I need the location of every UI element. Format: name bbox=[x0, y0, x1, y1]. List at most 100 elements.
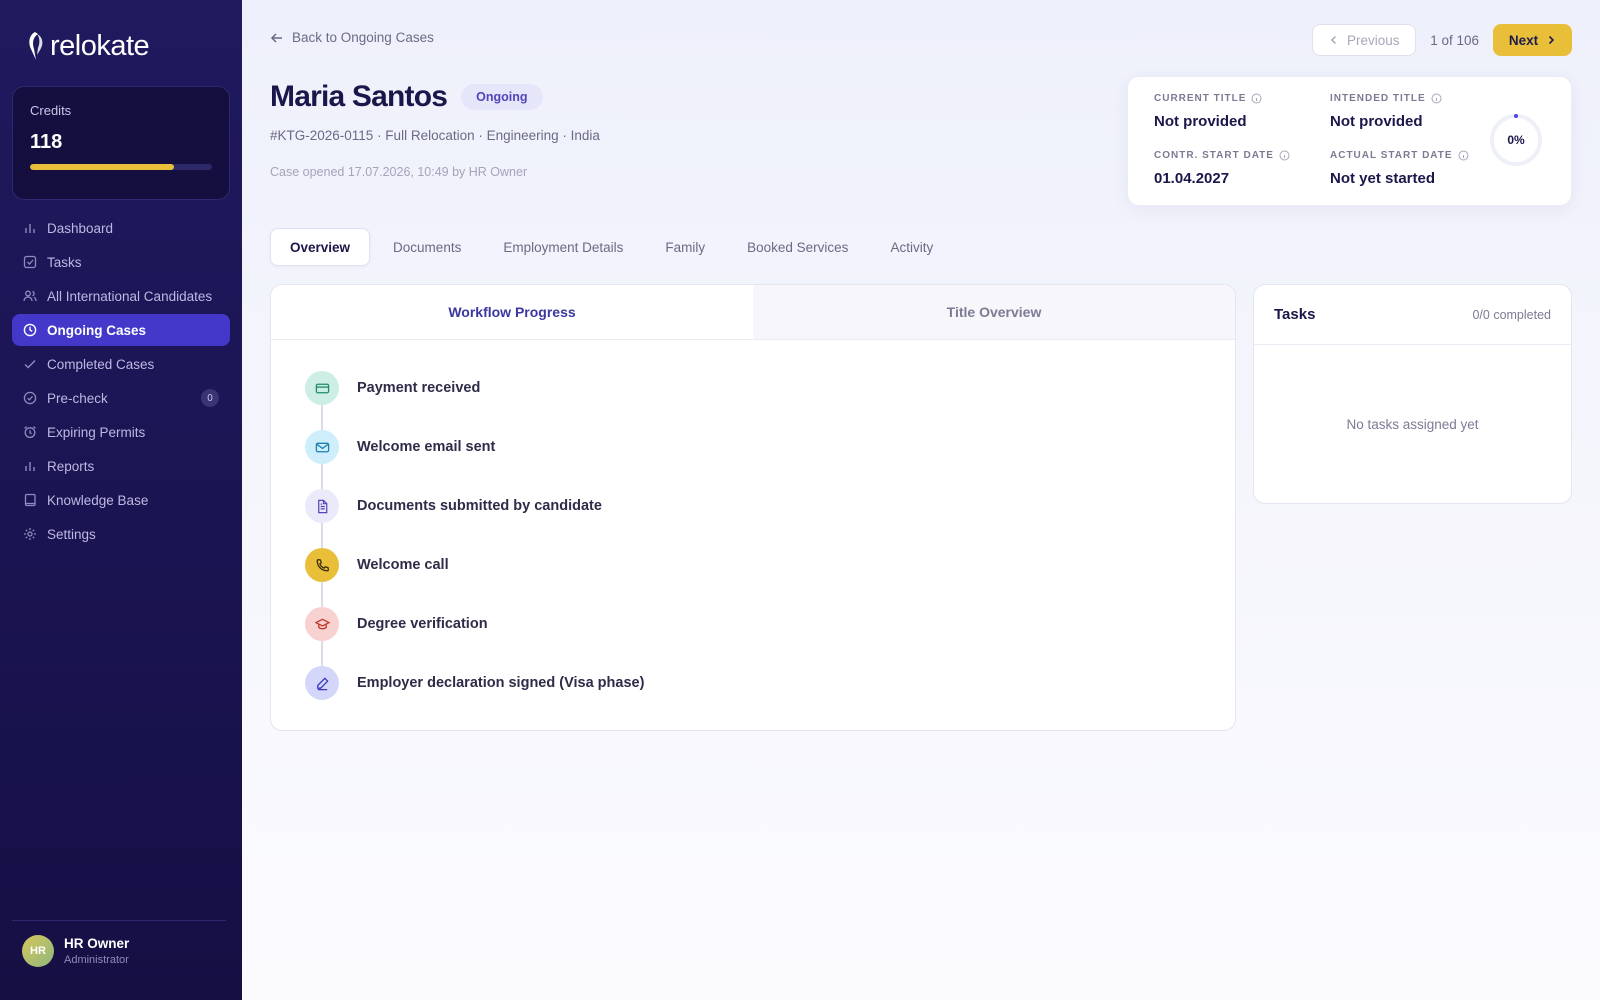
info-icon[interactable] bbox=[1251, 93, 1262, 104]
workflow-step-label: Payment received bbox=[357, 380, 481, 396]
tab-title-overview[interactable]: Title Overview bbox=[753, 285, 1235, 339]
workflow-step: Welcome call bbox=[305, 548, 644, 607]
checkbox-icon bbox=[23, 255, 37, 269]
actual-start-date-label: ACTUAL START DATE bbox=[1330, 150, 1453, 161]
workflow-step: Degree verification bbox=[305, 607, 644, 666]
actual-start-date-value: Not yet started bbox=[1330, 170, 1436, 187]
sidebar-item-label: Expiring Permits bbox=[47, 424, 146, 440]
brand-logo[interactable]: relokate bbox=[26, 28, 150, 64]
user-role: Administrator bbox=[64, 954, 129, 966]
sidebar-item-label: Completed Cases bbox=[47, 356, 155, 372]
main-content: Back to Ongoing Cases Previous 1 of 106 … bbox=[242, 0, 1600, 1000]
credits-progress-fill bbox=[30, 164, 174, 170]
gear-icon bbox=[23, 527, 37, 541]
workflow-step-label: Documents submitted by candidate bbox=[357, 498, 602, 514]
clock-icon bbox=[23, 323, 37, 337]
current-title-label: CURRENT TITLE bbox=[1154, 93, 1247, 104]
case-tabs: Overview Documents Employment Details Fa… bbox=[270, 228, 956, 266]
sidebar-item-all-international-candidates[interactable]: All International Candidates bbox=[12, 280, 230, 312]
credits-progress-bar bbox=[30, 164, 212, 170]
sidebar-item-label: Knowledge Base bbox=[47, 492, 149, 508]
tasks-header: Tasks 0/0 completed bbox=[1254, 285, 1571, 345]
workflow-step-label: Employer declaration signed (Visa phase) bbox=[357, 675, 645, 691]
intended-title-value: Not provided bbox=[1330, 113, 1423, 130]
back-link[interactable]: Back to Ongoing Cases bbox=[270, 30, 434, 45]
mail-icon bbox=[305, 430, 339, 464]
info-icon[interactable] bbox=[1431, 93, 1442, 104]
sidebar-item-label: Pre-check bbox=[47, 390, 108, 406]
case-title-row: Maria Santos Ongoing bbox=[270, 80, 543, 114]
phone-icon bbox=[305, 548, 339, 582]
info-icon[interactable] bbox=[1458, 150, 1469, 161]
tab-workflow-progress[interactable]: Workflow Progress bbox=[271, 285, 753, 339]
sidebar-item-tasks[interactable]: Tasks bbox=[12, 246, 230, 278]
back-link-label: Back to Ongoing Cases bbox=[292, 30, 434, 45]
sidebar-item-completed-cases[interactable]: Completed Cases bbox=[12, 348, 230, 380]
intended-title-field: INTENDED TITLE Not provided bbox=[1330, 93, 1442, 130]
info-icon[interactable] bbox=[1279, 150, 1290, 161]
sidebar-item-reports[interactable]: Reports bbox=[12, 450, 230, 482]
step-connector bbox=[321, 405, 323, 430]
workflow-step-label: Welcome call bbox=[357, 557, 449, 573]
tab-family[interactable]: Family bbox=[646, 228, 724, 266]
workflow-card: Workflow Progress Title Overview Payment… bbox=[270, 284, 1236, 731]
tasks-card: Tasks 0/0 completed No tasks assigned ye… bbox=[1253, 284, 1572, 504]
sidebar-item-dashboard[interactable]: Dashboard bbox=[12, 212, 230, 244]
next-button[interactable]: Next bbox=[1493, 24, 1572, 56]
tasks-title: Tasks bbox=[1274, 306, 1316, 323]
bar-chart-icon bbox=[23, 459, 37, 473]
credits-card: Credits 118 bbox=[12, 86, 230, 200]
workflow-step: Documents submitted by candidate bbox=[305, 489, 644, 548]
progress-ring: 0% bbox=[1489, 113, 1543, 167]
sidebar-item-label: Settings bbox=[47, 526, 96, 542]
step-connector bbox=[321, 582, 323, 607]
actual-start-date-field: ACTUAL START DATE Not yet started bbox=[1330, 150, 1469, 187]
step-connector bbox=[321, 464, 323, 489]
progress-percent: 0% bbox=[1507, 133, 1525, 147]
pen-icon bbox=[305, 666, 339, 700]
tab-employment-details[interactable]: Employment Details bbox=[484, 228, 642, 266]
sidebar-item-expiring-permits[interactable]: Expiring Permits bbox=[12, 416, 230, 448]
step-connector bbox=[321, 523, 323, 548]
current-title-value: Not provided bbox=[1154, 113, 1247, 130]
graduation-cap-icon bbox=[305, 607, 339, 641]
tab-documents[interactable]: Documents bbox=[374, 228, 480, 266]
previous-button-label: Previous bbox=[1346, 32, 1400, 48]
workflow-step: Payment received bbox=[305, 371, 644, 430]
workflow-steps: Payment received Welcome email sent Docu… bbox=[305, 371, 644, 725]
case-pager: Previous 1 of 106 Next bbox=[1312, 24, 1572, 56]
sidebar-item-ongoing-cases[interactable]: Ongoing Cases bbox=[12, 314, 230, 346]
alarm-icon bbox=[23, 425, 37, 439]
tab-booked-services[interactable]: Booked Services bbox=[728, 228, 867, 266]
contr-start-date-field: CONTR. START DATE 01.04.2027 bbox=[1154, 150, 1290, 187]
sidebar-item-label: Ongoing Cases bbox=[47, 322, 147, 338]
status-badge: Ongoing bbox=[461, 84, 543, 110]
sidebar-item-pre-check[interactable]: Pre-check 0 bbox=[12, 382, 230, 414]
pre-check-count-badge: 0 bbox=[201, 389, 219, 407]
sidebar-item-knowledge-base[interactable]: Knowledge Base bbox=[12, 484, 230, 516]
sidebar-item-label: Dashboard bbox=[47, 220, 114, 236]
step-connector bbox=[321, 641, 323, 666]
workflow-step-label: Welcome email sent bbox=[357, 439, 496, 455]
tasks-count: 0/0 completed bbox=[1472, 307, 1551, 322]
book-icon bbox=[23, 493, 37, 507]
workflow-card-tabs: Workflow Progress Title Overview bbox=[271, 285, 1235, 340]
brand-name: relokate bbox=[50, 29, 150, 62]
tasks-empty-state: No tasks assigned yet bbox=[1346, 417, 1479, 432]
workflow-step-label: Degree verification bbox=[357, 616, 488, 632]
credit-card-icon bbox=[305, 371, 339, 405]
avatar: HR bbox=[22, 935, 54, 967]
chevron-left-icon bbox=[1330, 35, 1336, 45]
case-opened-info: Case opened 17.07.2026, 10:49 by HR Owne… bbox=[270, 165, 528, 179]
tab-activity[interactable]: Activity bbox=[871, 228, 952, 266]
previous-button[interactable]: Previous bbox=[1312, 24, 1417, 56]
tab-overview[interactable]: Overview bbox=[270, 228, 371, 266]
user-profile[interactable]: HR HR Owner Administrator bbox=[12, 920, 226, 967]
check-icon bbox=[23, 357, 37, 371]
sidebar-item-label: All International Candidates bbox=[47, 288, 213, 304]
sidebar-item-settings[interactable]: Settings bbox=[12, 518, 230, 550]
sidebar: relokate Credits 118 Dashboard Tasks All… bbox=[0, 0, 242, 1000]
credits-label: Credits bbox=[30, 103, 72, 118]
chevron-right-icon bbox=[1549, 35, 1555, 45]
current-title-field: CURRENT TITLE Not provided bbox=[1154, 93, 1262, 130]
